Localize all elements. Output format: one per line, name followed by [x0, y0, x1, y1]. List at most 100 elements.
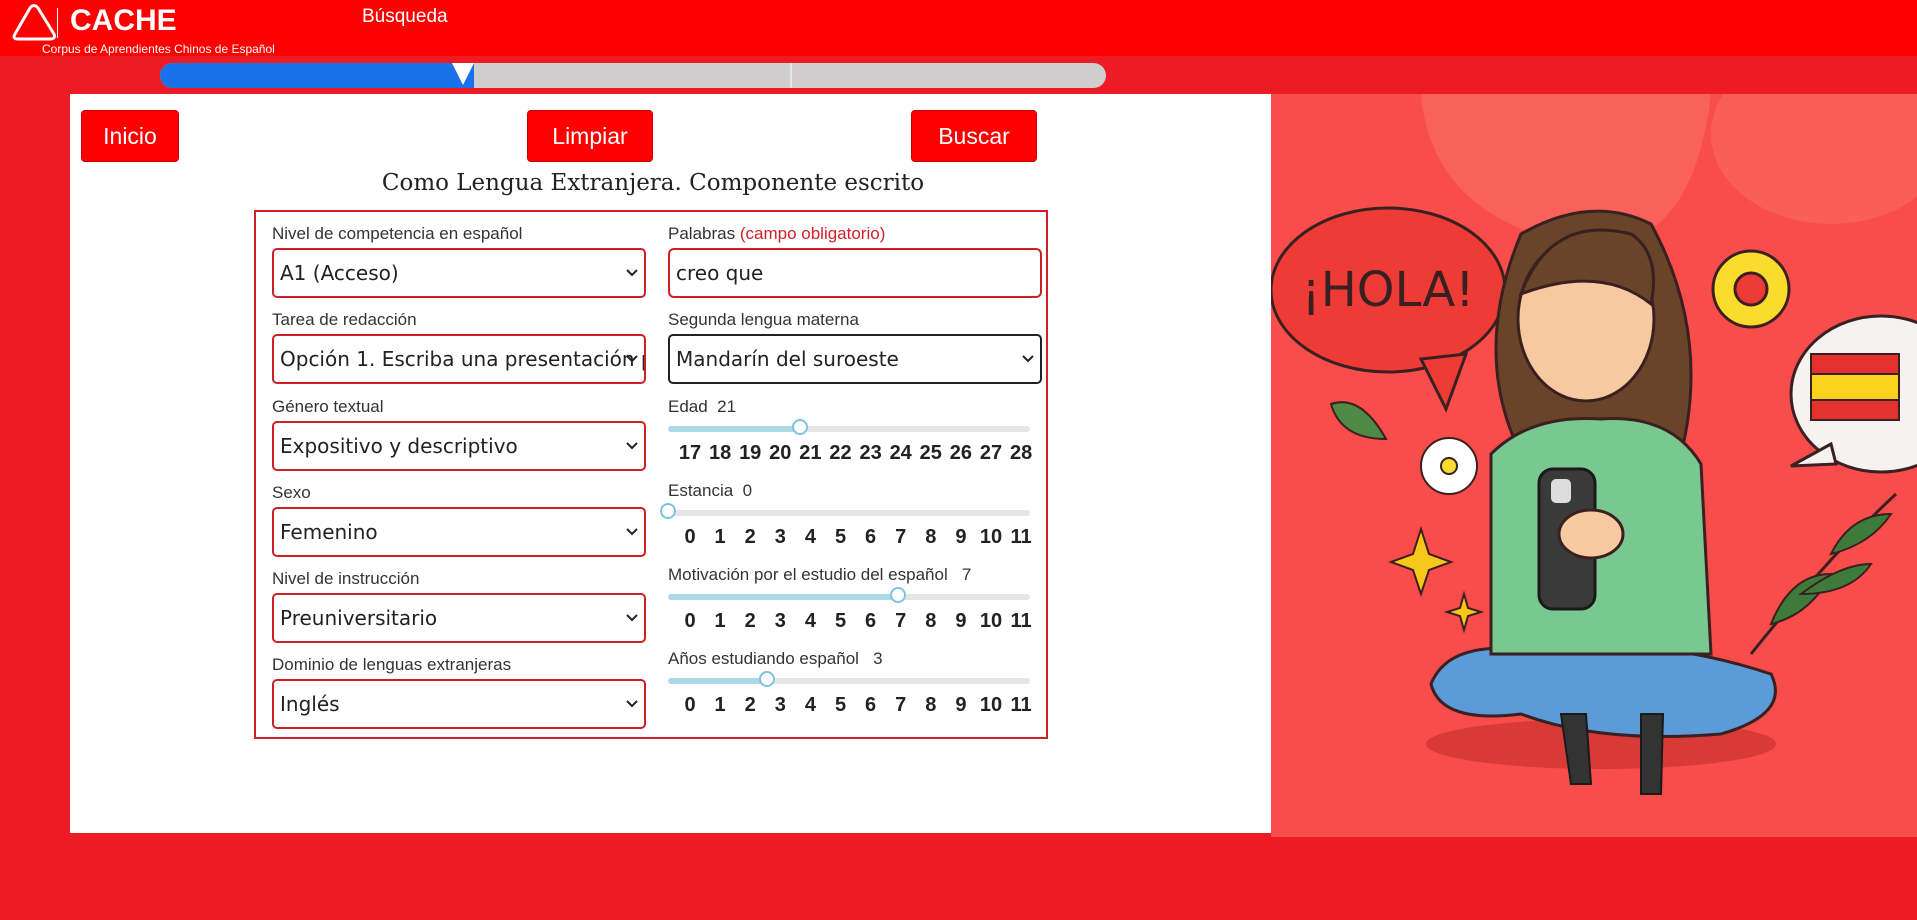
hola-text: ¡HOLA!: [1301, 262, 1474, 318]
education-select-value: Preuniversitario: [280, 606, 438, 630]
nav-link-busqueda[interactable]: Búsqueda: [362, 6, 448, 28]
girl-with-phone-illustration: ¡HOLA!: [1271, 94, 1917, 837]
task-label: Tarea de redacción: [272, 310, 417, 329]
age-tick-label: 25: [919, 442, 942, 464]
sex-select-value: Femenino: [280, 520, 378, 544]
motivation-tick-label: 10: [979, 610, 1003, 632]
foreign-langs-label: Dominio de lenguas extranjeras: [272, 655, 512, 674]
age-tick-label: 27: [979, 442, 1003, 464]
age-ticks: 17 18 19 20 21 22 23 24 25 26 27 28: [668, 442, 1038, 468]
task-select[interactable]: Opción 1. Escriba una presentación perso…: [272, 334, 646, 384]
age-label-text: Edad: [668, 397, 708, 416]
stay-slider[interactable]: [660, 503, 1030, 519]
years-tick-label: 4: [804, 694, 816, 716]
top-navbar: CACHE Corpus de Aprendientes Chinos de E…: [0, 0, 1917, 56]
motivation-tick-label: 9: [955, 610, 967, 632]
search-form: Nivel de competencia en español A1 (Acce…: [254, 210, 1048, 739]
years-label-text: Años estudiando español: [668, 649, 859, 668]
clear-button[interactable]: Limpiar: [527, 110, 653, 162]
cache-logo[interactable]: CACHE Corpus de Aprendientes Chinos de E…: [12, 2, 312, 56]
chevron-down-icon: [626, 269, 638, 277]
words-label-text: Palabras: [668, 224, 736, 243]
motivation-tick-label: 2: [744, 610, 756, 632]
stay-tick-label: 9: [955, 526, 967, 548]
years-tick-label: 3: [774, 694, 786, 716]
words-label: Palabras (campo obligatorio): [668, 224, 885, 244]
motivation-tick-label: 3: [774, 610, 786, 632]
chevron-down-icon: [626, 614, 638, 622]
years-tick-label: 1: [714, 694, 726, 716]
level-select[interactable]: A1 (Acceso): [272, 248, 646, 298]
years-value: 3: [873, 649, 883, 668]
motivation-label-text: Motivación por el estudio del español: [668, 565, 948, 584]
education-label: Nivel de instrucción: [272, 569, 420, 588]
stay-ticks: 0 1 2 3 4 5 6 7 8 9 10 11: [668, 526, 1038, 552]
second-lang-label: Segunda lengua materna: [668, 310, 859, 329]
progress-divider: [790, 63, 792, 88]
years-tick-label: 10: [979, 694, 1003, 716]
age-slider-thumb[interactable]: [791, 419, 808, 435]
stay-tick-label: 11: [1010, 526, 1032, 548]
age-tick-label: 19: [739, 442, 762, 464]
years-slider-thumb[interactable]: [758, 671, 775, 687]
words-input[interactable]: creo que: [668, 248, 1042, 298]
motivation-label: Motivación por el estudio del español 7: [668, 565, 971, 585]
white-flower-icon: [1420, 437, 1478, 495]
years-ticks: 0 1 2 3 4 5 6 7 8 9 10 11: [668, 694, 1038, 720]
stay-tick-label: 4: [804, 526, 816, 548]
age-tick-label: 18: [708, 442, 732, 464]
hola-illustration: ¡HOLA!: [1271, 94, 1917, 837]
age-label: Edad 21: [668, 397, 736, 417]
age-tick-label: 24: [889, 442, 912, 464]
education-select[interactable]: Preuniversitario: [272, 593, 646, 643]
motivation-slider-thumb[interactable]: [890, 587, 907, 603]
search-button[interactable]: Buscar: [911, 110, 1037, 162]
search-panel: Inicio Limpiar Buscar Como Lengua Extran…: [70, 94, 1271, 833]
foreign-langs-select[interactable]: Inglés: [272, 679, 646, 729]
genre-select-value: Expositivo y descriptivo: [280, 434, 518, 458]
motivation-tick-label: 0: [684, 610, 696, 632]
second-lang-select[interactable]: Mandarín del suroeste: [668, 334, 1042, 384]
stay-slider-thumb[interactable]: [660, 503, 676, 519]
stay-tick-label: 8: [925, 526, 937, 548]
foreign-langs-select-value: Inglés: [280, 692, 340, 716]
genre-select[interactable]: Expositivo y descriptivo: [272, 421, 646, 471]
chevron-down-icon: [626, 442, 638, 450]
spain-flag-icon: [1810, 353, 1900, 421]
motivation-ticks: 0 1 2 3 4 5 6 7 8 9 10 11: [668, 610, 1038, 636]
sex-select[interactable]: Femenino: [272, 507, 646, 557]
stay-label-text: Estancia: [668, 481, 734, 500]
age-slider[interactable]: [668, 419, 1030, 435]
stay-tick-label: 6: [865, 526, 877, 548]
logo-subtitle: Corpus de Aprendientes Chinos de Español: [42, 42, 275, 56]
motivation-tick-label: 8: [925, 610, 937, 632]
years-tick-label: 6: [865, 694, 877, 716]
years-tick-label: 2: [744, 694, 756, 716]
stay-tick-label: 7: [895, 526, 907, 548]
motivation-tick-label: 5: [834, 610, 847, 632]
sex-label: Sexo: [272, 483, 311, 502]
yellow-flower-icon: [1711, 249, 1791, 329]
age-tick-label: 21: [799, 442, 822, 464]
years-tick-label: 9: [955, 694, 967, 716]
motivation-tick-label: 4: [804, 610, 816, 632]
triangle-logo-icon: [12, 4, 58, 41]
years-slider[interactable]: [668, 671, 1030, 687]
chevron-down-icon: [626, 700, 638, 708]
motivation-slider[interactable]: [668, 587, 1030, 603]
age-tick-label: 22: [829, 442, 852, 464]
page-title: Como Lengua Extranjera. Componente escri…: [381, 170, 925, 196]
years-tick-label: 11: [1010, 694, 1032, 716]
stay-tick-label: 10: [979, 526, 1003, 548]
progress-marker-icon: [452, 63, 474, 85]
years-tick-label: 7: [895, 694, 907, 716]
level-select-value: A1 (Acceso): [280, 261, 399, 285]
task-select-value: Opción 1. Escriba una presentación perso…: [280, 347, 644, 371]
stay-label: Estancia 0: [668, 481, 752, 501]
stay-tick-label: 1: [714, 526, 726, 548]
stay-tick-label: 2: [744, 526, 756, 548]
chevron-down-icon: [626, 528, 638, 536]
age-tick-label: 17: [678, 442, 702, 464]
home-button[interactable]: Inicio: [81, 110, 179, 162]
age-value: 21: [717, 397, 737, 416]
